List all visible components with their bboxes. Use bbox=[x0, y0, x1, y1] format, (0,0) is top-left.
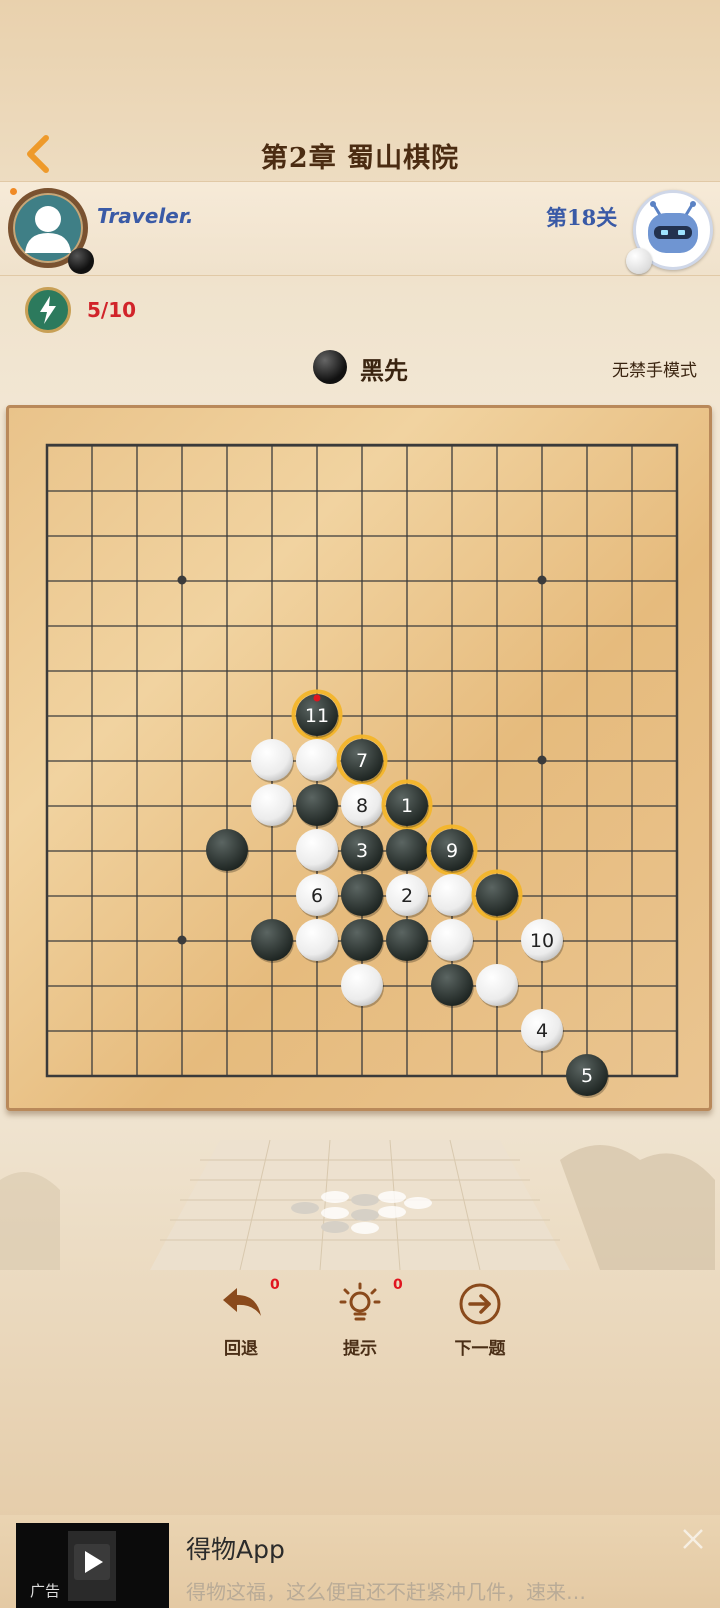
stone-black bbox=[341, 874, 384, 918]
stone-white bbox=[431, 874, 474, 918]
arrow-right-circle-icon bbox=[459, 1283, 501, 1325]
star-point bbox=[177, 575, 187, 585]
play-icon[interactable] bbox=[74, 1544, 110, 1580]
undo-label: 回退 bbox=[224, 1339, 258, 1359]
stone-white bbox=[476, 964, 519, 1008]
stone-white bbox=[341, 964, 384, 1008]
ad-description: 得物这福，这么便宜还不赶紧冲几件，速来… bbox=[186, 1580, 586, 1604]
gomoku-board[interactable]: 11 7 8 1 3 9 6 2 10 4 5 bbox=[6, 405, 712, 1111]
stone-white bbox=[251, 739, 294, 783]
stone-white bbox=[296, 919, 339, 963]
player-name: Traveler. bbox=[97, 204, 194, 228]
stone-black bbox=[431, 964, 474, 1008]
stone-number: 9 bbox=[446, 840, 458, 862]
stone-number: 4 bbox=[536, 1020, 548, 1042]
next-question-button[interactable]: 下一题 bbox=[435, 1280, 525, 1359]
undo-arrow-icon bbox=[223, 1288, 261, 1316]
level-label: 第18关 bbox=[546, 205, 618, 230]
last-move-marker bbox=[313, 694, 321, 702]
stone-black bbox=[251, 919, 294, 963]
stone-white bbox=[431, 919, 474, 963]
stone-number: 1 bbox=[401, 795, 413, 817]
background-scene bbox=[0, 1139, 715, 1270]
board-grid: 11 7 8 1 3 9 6 2 10 4 5 bbox=[45, 443, 679, 1098]
stone-number: 5 bbox=[581, 1065, 593, 1087]
stone-number: 10 bbox=[530, 930, 554, 952]
energy-count: 5/10 bbox=[87, 298, 137, 322]
stone-number: 8 bbox=[356, 795, 368, 817]
stone-white bbox=[296, 739, 339, 783]
page-title: 第2章 蜀山棋院 bbox=[260, 143, 460, 174]
star-point bbox=[537, 755, 547, 765]
stone-black bbox=[296, 784, 339, 828]
hint-label: 提示 bbox=[343, 1339, 377, 1359]
energy-icon bbox=[25, 287, 71, 333]
star-point bbox=[177, 935, 187, 945]
turn-label: 黑先 bbox=[360, 356, 408, 385]
turn-stone-icon bbox=[313, 350, 347, 384]
ad-title[interactable]: 得物App bbox=[186, 1530, 285, 1566]
undo-badge: 0 bbox=[270, 1277, 280, 1293]
stone-number: 6 bbox=[311, 885, 323, 907]
notification-dot bbox=[10, 188, 17, 195]
hint-badge: 0 bbox=[393, 1277, 403, 1293]
stone-white bbox=[251, 784, 294, 828]
stone-number: 2 bbox=[401, 885, 413, 907]
hint-button[interactable]: 提示 bbox=[315, 1280, 405, 1359]
opponent-stone-indicator bbox=[626, 248, 652, 274]
ad-close-button[interactable] bbox=[680, 1526, 706, 1552]
stone-number: 7 bbox=[356, 750, 368, 772]
star-point bbox=[537, 575, 547, 585]
close-icon bbox=[683, 1529, 703, 1549]
lightning-icon bbox=[40, 296, 56, 324]
stone-black bbox=[341, 919, 384, 963]
stone-black bbox=[386, 919, 429, 963]
next-question-label: 下一题 bbox=[454, 1339, 506, 1359]
mode-label: 无禁手模式 bbox=[612, 361, 697, 381]
stone-black bbox=[386, 829, 429, 873]
stone-black bbox=[206, 829, 249, 873]
stone-number: 3 bbox=[356, 840, 368, 862]
ad-tag: 广告 bbox=[30, 1582, 61, 1600]
player-stone-indicator bbox=[68, 248, 94, 274]
lightbulb-icon bbox=[339, 1282, 381, 1321]
stone-white bbox=[296, 829, 339, 873]
stone-number: 11 bbox=[305, 705, 329, 727]
stone-black bbox=[471, 869, 523, 921]
